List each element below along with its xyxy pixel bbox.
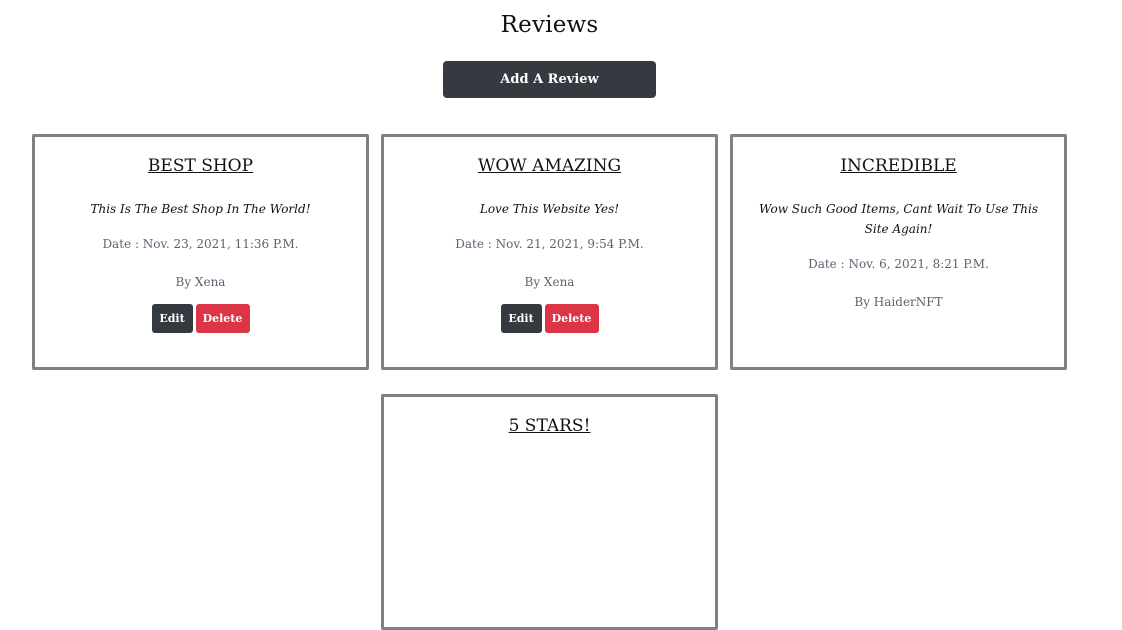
- add-review-button[interactable]: Add A Review: [443, 61, 656, 98]
- review-body: Wow Such Good Items, Cant Wait To Use Th…: [758, 202, 1039, 236]
- review-card: 5 STARS!: [381, 394, 718, 630]
- review-body: This Is The Best Shop In The World!: [90, 202, 311, 216]
- review-title: WOW AMAZING: [477, 156, 622, 176]
- delete-review-button[interactable]: Delete: [195, 304, 250, 333]
- page-title: Reviews: [500, 12, 599, 38]
- delete-review-button[interactable]: Delete: [544, 304, 599, 333]
- review-title: 5 STARS!: [508, 416, 591, 436]
- review-body: Love This Website Yes!: [479, 202, 620, 216]
- review-author: By HaiderNFT: [854, 295, 943, 309]
- review-card: WOW AMAZING Love This Website Yes! Date …: [381, 134, 718, 370]
- review-card: INCREDIBLE Wow Such Good Items, Cant Wai…: [730, 134, 1067, 370]
- edit-review-button[interactable]: Edit: [151, 304, 193, 333]
- review-date: Date : Nov. 23, 2021, 11:36 P.M.: [102, 237, 299, 251]
- review-author: By Xena: [175, 275, 226, 289]
- review-card: BEST SHOP This Is The Best Shop In The W…: [32, 134, 369, 370]
- review-title: INCREDIBLE: [840, 156, 957, 176]
- edit-review-button[interactable]: Edit: [500, 304, 542, 333]
- review-date: Date : Nov. 6, 2021, 8:21 P.M.: [808, 257, 989, 271]
- review-title: BEST SHOP: [147, 156, 254, 176]
- review-actions: Edit Delete: [51, 304, 350, 333]
- review-date: Date : Nov. 21, 2021, 9:54 P.M.: [455, 237, 644, 251]
- review-author: By Xena: [524, 275, 575, 289]
- review-actions: Edit Delete: [400, 304, 699, 333]
